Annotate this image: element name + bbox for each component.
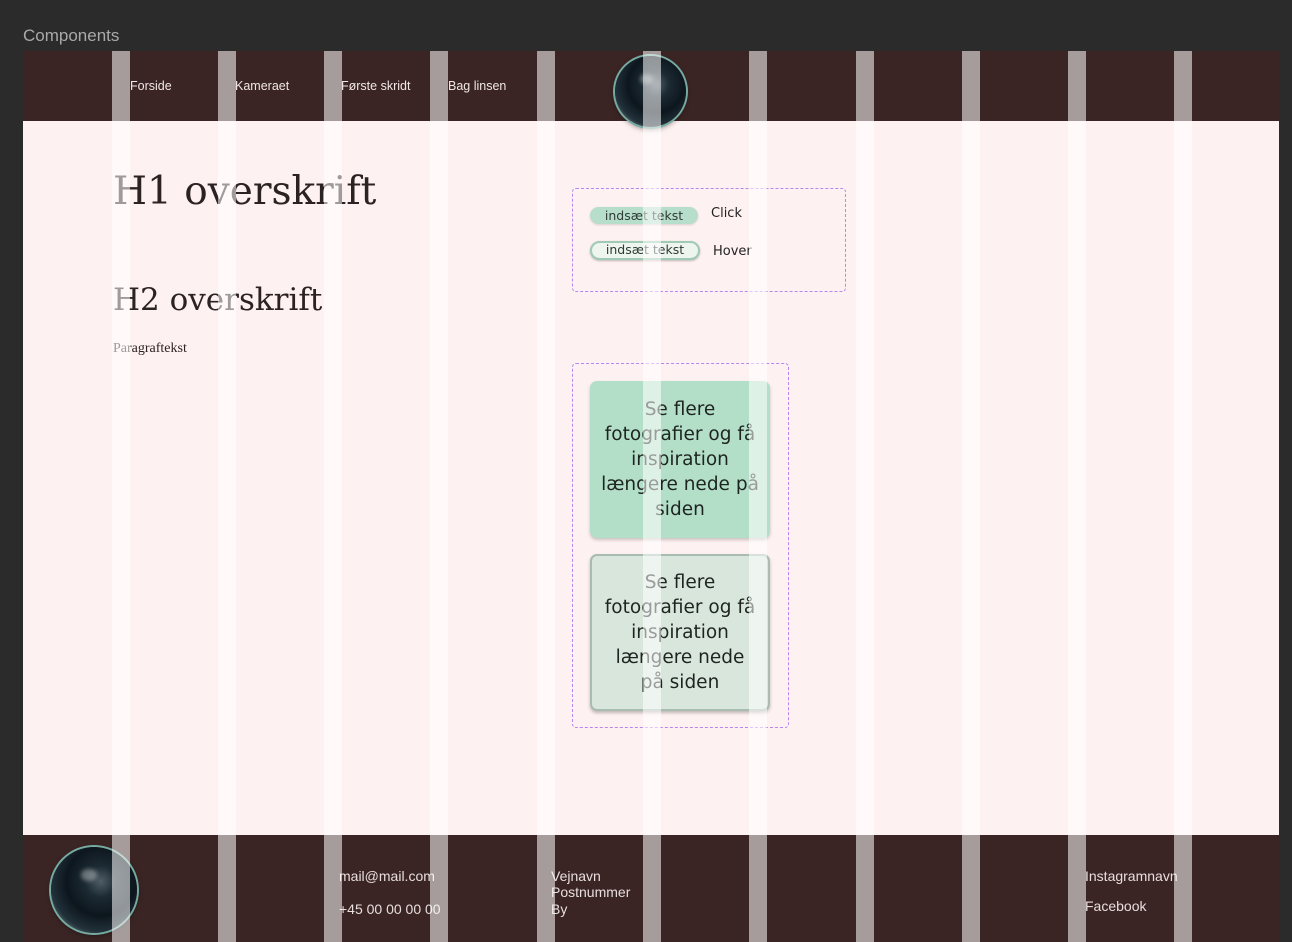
hover-state-label: Hover <box>713 244 752 259</box>
component-frame: Forside Kameraet Første skridt Bag linse… <box>23 51 1279 942</box>
h1-heading: H1 overskrift <box>113 169 377 214</box>
footer-street: Vejnavn <box>551 868 601 884</box>
card-button-states-frame: Se flere fotografier og få inspiration l… <box>572 363 789 728</box>
grid-column-overlay <box>856 51 874 942</box>
grid-column-overlay <box>962 51 980 942</box>
click-state-label: Click <box>711 206 742 221</box>
grid-column-overlay <box>537 51 555 942</box>
camera-lens-logo[interactable] <box>615 56 686 127</box>
small-button-click[interactable]: indsæt tekst <box>590 207 698 224</box>
footer-postal: Postnummer <box>551 884 631 900</box>
site-footer: mail@mail.com +45 00 00 00 00 Vejnavn Po… <box>23 835 1279 942</box>
footer-facebook[interactable]: Facebook <box>1085 898 1146 914</box>
site-header: Forside Kameraet Første skridt Bag linse… <box>23 51 1279 127</box>
nav-item-forste-skridt[interactable]: Første skridt <box>341 79 410 93</box>
small-button-states-frame: indsæt tekst Click indsæt tekst Hover <box>572 188 846 292</box>
small-button-hover[interactable]: indsæt tekst <box>590 241 700 260</box>
h2-heading: H2 overskrift <box>113 282 323 318</box>
nav-item-forside[interactable]: Forside <box>130 79 172 93</box>
footer-camera-lens-logo <box>51 847 137 933</box>
footer-phone[interactable]: +45 00 00 00 00 <box>339 901 441 917</box>
grid-column-overlay <box>1174 51 1192 942</box>
app-title: Components <box>23 26 120 45</box>
footer-instagram[interactable]: Instagramnavn <box>1085 868 1178 884</box>
footer-email[interactable]: mail@mail.com <box>339 868 435 884</box>
footer-city: By <box>551 901 568 917</box>
paragraph-text: Paragraftekst <box>113 341 187 356</box>
card-button-click[interactable]: Se flere fotografier og få inspiration l… <box>590 381 770 538</box>
card-button-hover[interactable]: Se flere fotografier og få inspiration l… <box>590 554 770 711</box>
grid-column-overlay <box>430 51 448 942</box>
nav-item-kameraet[interactable]: Kameraet <box>235 79 289 93</box>
grid-column-overlay <box>1068 51 1086 942</box>
nav-item-bag-linsen[interactable]: Bag linsen <box>448 79 506 93</box>
